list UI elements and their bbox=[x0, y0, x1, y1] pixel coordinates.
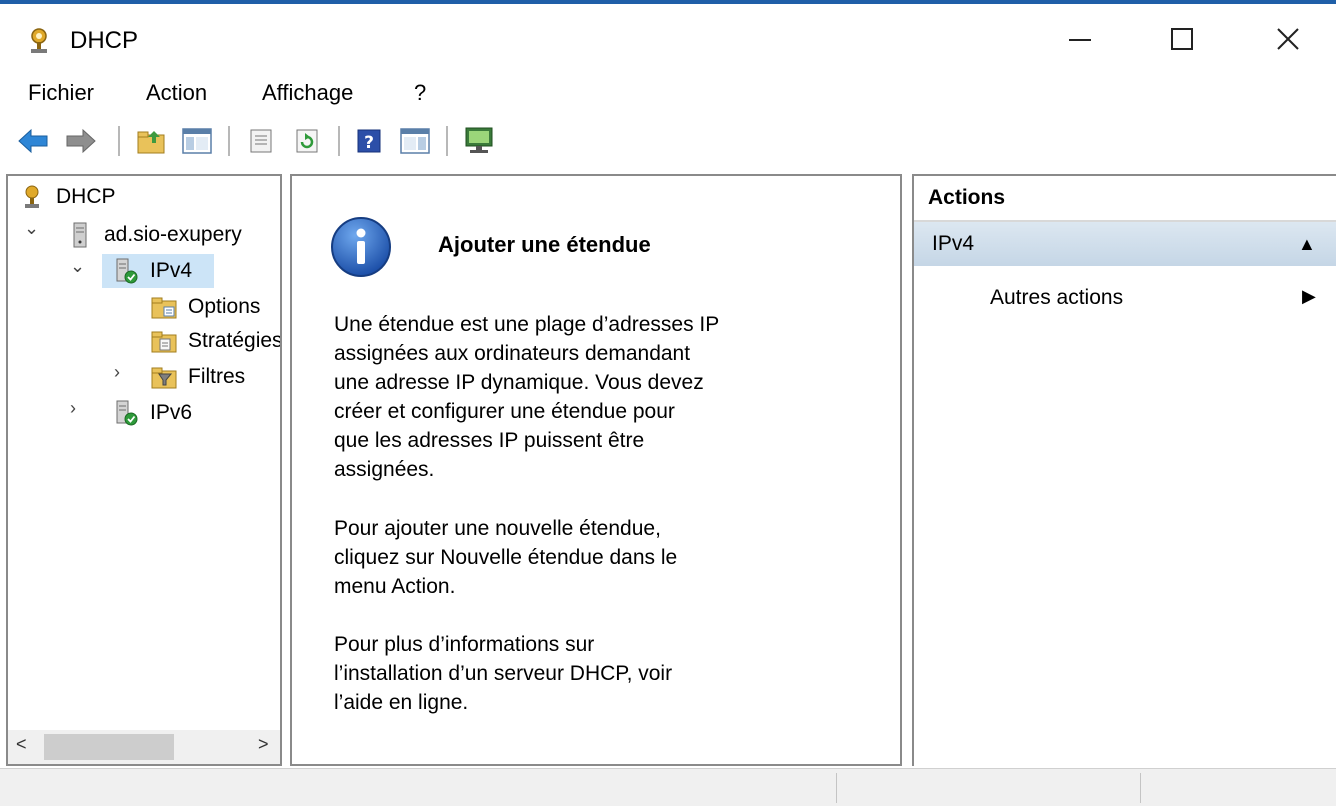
text-line: l’aide en ligne. bbox=[334, 691, 469, 714]
menu-bar: Fichier Action Affichage ? bbox=[0, 70, 1336, 114]
tree-item-dhcp[interactable]: DHCP bbox=[18, 180, 116, 214]
tree-label: IPv4 bbox=[150, 259, 193, 282]
options-folder-icon bbox=[151, 297, 177, 319]
show-hide-tree-button[interactable] bbox=[180, 124, 214, 158]
text-line: Pour ajouter une nouvelle étendue, bbox=[334, 517, 661, 540]
status-divider bbox=[836, 773, 837, 803]
expand-toggle[interactable]: › bbox=[70, 398, 76, 419]
toolbar-separator bbox=[446, 126, 448, 156]
expand-toggle[interactable]: › bbox=[114, 362, 120, 383]
ipv6-server-icon bbox=[116, 400, 138, 426]
text-line: Une étendue est une plage d’adresses IP bbox=[334, 313, 720, 336]
close-button[interactable] bbox=[1248, 10, 1328, 68]
refresh-icon bbox=[296, 129, 318, 153]
tree-item-options[interactable]: Options bbox=[150, 290, 260, 324]
actions-pane: Actions IPv4 ▲ Autres actions ▶ bbox=[912, 174, 1336, 766]
menu-action[interactable]: Action bbox=[146, 80, 207, 106]
dhcp-icon bbox=[25, 185, 39, 208]
minimize-icon bbox=[1069, 39, 1091, 41]
monitor-icon bbox=[465, 127, 493, 153]
horizontal-scrollbar[interactable]: < > bbox=[8, 730, 280, 764]
action-autres-actions[interactable]: Autres actions bbox=[990, 286, 1123, 310]
section-label: IPv4 bbox=[932, 232, 975, 255]
description-paragraph-3: Pour plus d’informations sur l’installat… bbox=[334, 630, 834, 717]
show-hide-action-pane-button[interactable] bbox=[398, 124, 432, 158]
window-title: DHCP bbox=[70, 27, 139, 54]
svg-text:?: ? bbox=[364, 133, 374, 153]
ipv4-server-icon bbox=[116, 258, 138, 284]
tree-item-server[interactable]: ad.sio-exupery bbox=[66, 218, 242, 252]
page-heading: Ajouter une étendue bbox=[438, 232, 651, 257]
back-arrow-icon bbox=[18, 128, 48, 154]
description-paragraph-2: Pour ajouter une nouvelle étendue, cliqu… bbox=[334, 514, 834, 601]
monitor-button[interactable] bbox=[462, 124, 496, 158]
properties-button[interactable] bbox=[244, 124, 278, 158]
tree-label: Stratégies bbox=[188, 329, 282, 352]
menu-fichier[interactable]: Fichier bbox=[28, 80, 94, 106]
status-bar bbox=[0, 768, 1336, 806]
menu-help[interactable]: ? bbox=[414, 80, 426, 106]
tree-label: DHCP bbox=[56, 185, 116, 208]
tree-label: Filtres bbox=[188, 365, 246, 388]
tree-item-strategies[interactable]: Stratégies bbox=[150, 324, 282, 358]
toolbar-separator bbox=[228, 126, 230, 156]
tree-label: Options bbox=[188, 295, 261, 318]
tree-item-ipv6[interactable]: IPv6 bbox=[112, 396, 192, 430]
forward-arrow-icon bbox=[66, 128, 96, 154]
submenu-arrow-icon[interactable]: ▶ bbox=[1302, 286, 1316, 307]
tree-label: IPv6 bbox=[150, 401, 193, 424]
actions-section-ipv4[interactable]: IPv4 ▲ bbox=[914, 222, 1336, 266]
expand-toggle[interactable]: ⌄ bbox=[70, 256, 85, 277]
dhcp-app-icon bbox=[31, 28, 47, 53]
actions-title: Actions bbox=[928, 186, 1006, 209]
forward-button[interactable] bbox=[64, 124, 98, 158]
show-hide-action-pane-icon bbox=[400, 128, 430, 154]
tree-label: ad.sio-exupery bbox=[104, 223, 242, 246]
info-icon bbox=[331, 217, 391, 277]
collapse-arrow-icon[interactable]: ▲ bbox=[1298, 234, 1316, 255]
menu-affichage[interactable]: Affichage bbox=[262, 80, 353, 106]
maximize-button[interactable] bbox=[1142, 10, 1222, 68]
text-line: créer et configurer une étendue pour bbox=[334, 400, 675, 423]
text-line: menu Action. bbox=[334, 575, 456, 598]
tree-item-ipv4[interactable]: IPv4 bbox=[112, 254, 192, 288]
minimize-button[interactable] bbox=[1040, 10, 1120, 68]
server-icon bbox=[73, 222, 87, 248]
description-paragraph-1: Une étendue est une plage d’adresses IP … bbox=[334, 310, 834, 484]
toolbar-separator bbox=[338, 126, 340, 156]
properties-icon bbox=[250, 129, 272, 153]
text-line: une adresse IP dynamique. Vous devez bbox=[334, 371, 704, 394]
expand-toggle[interactable]: ⌄ bbox=[24, 218, 39, 239]
show-hide-tree-icon bbox=[182, 128, 212, 154]
tree-item-filters[interactable]: Filtres bbox=[150, 360, 245, 394]
refresh-button[interactable] bbox=[290, 124, 324, 158]
strategies-folder-icon bbox=[151, 331, 177, 353]
title-bar[interactable]: DHCP bbox=[0, 4, 1336, 70]
close-icon bbox=[1277, 28, 1299, 50]
text-line: cliquez sur Nouvelle étendue dans le bbox=[334, 546, 678, 569]
up-level-button[interactable] bbox=[134, 124, 168, 158]
scroll-thumb[interactable] bbox=[44, 734, 174, 760]
console-tree-pane[interactable]: DHCP ⌄ ad.sio-exupery ⌄ IPv4 Options Str… bbox=[6, 174, 282, 766]
toolbar: ? bbox=[0, 114, 1336, 168]
toolbar-separator bbox=[118, 126, 120, 156]
status-divider bbox=[1140, 773, 1141, 803]
scroll-right-button[interactable]: > bbox=[258, 734, 269, 755]
text-line: Pour plus d’informations sur bbox=[334, 633, 595, 656]
back-button[interactable] bbox=[16, 124, 50, 158]
text-line: que les adresses IP puissent être bbox=[334, 429, 645, 452]
text-line: assignées aux ordinateurs demandant bbox=[334, 342, 691, 365]
scroll-left-button[interactable]: < bbox=[16, 734, 27, 755]
maximize-icon bbox=[1171, 28, 1193, 50]
help-icon: ? bbox=[357, 129, 381, 153]
results-pane: Ajouter une étendue Une étendue est une … bbox=[290, 174, 902, 766]
filters-folder-icon bbox=[151, 367, 177, 389]
text-line: assignées. bbox=[334, 458, 435, 481]
text-line: l’installation d’un serveur DHCP, voir bbox=[334, 662, 673, 685]
up-folder-icon bbox=[137, 131, 165, 154]
help-button[interactable]: ? bbox=[352, 124, 386, 158]
